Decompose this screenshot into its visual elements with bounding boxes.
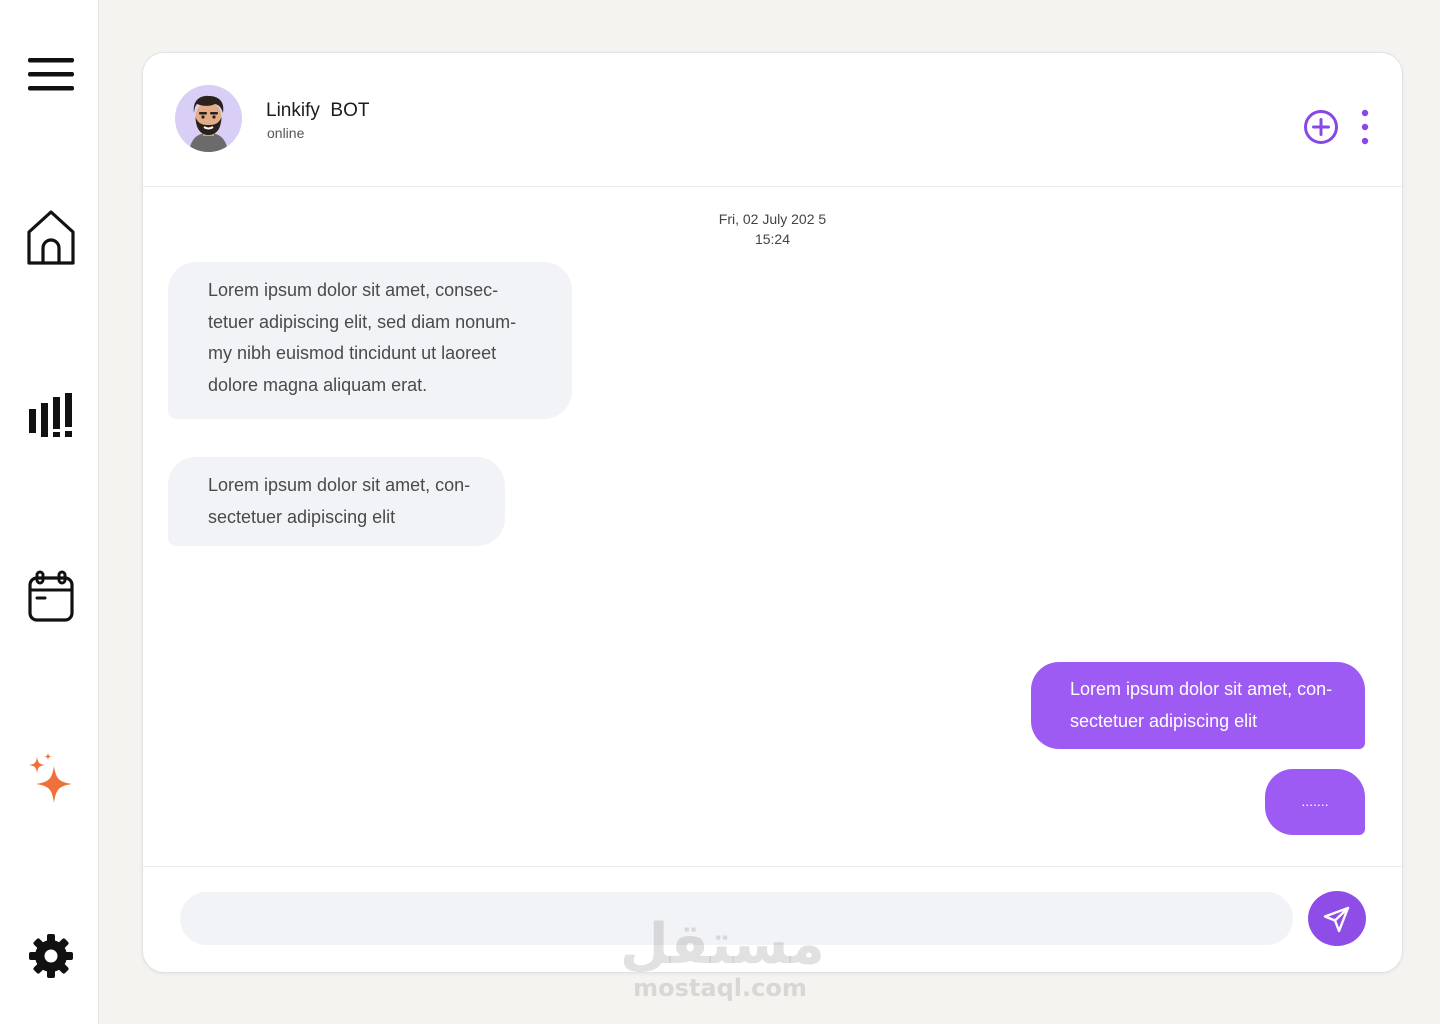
gear-icon: [29, 934, 73, 978]
incoming-message: Lorem ipsum dolor sit amet, con- sectetu…: [168, 457, 505, 546]
menu-button[interactable]: [22, 46, 80, 104]
bot-avatar-illustration: [175, 85, 242, 152]
add-button[interactable]: [1303, 109, 1339, 145]
bot-avatar[interactable]: [175, 85, 242, 152]
ai-assistant-nav-item[interactable]: [22, 750, 80, 808]
calendar-icon: [28, 570, 74, 622]
stats-nav-item[interactable]: [22, 386, 80, 444]
typing-indicator: .......: [1265, 769, 1365, 835]
send-icon: [1323, 906, 1350, 932]
bot-status: online: [267, 125, 305, 141]
message-date: Fri, 02 July 202 5: [718, 211, 827, 227]
home-nav-item[interactable]: [22, 208, 80, 266]
more-vertical-icon: [1361, 109, 1369, 145]
watermark-latin: mostaql.com: [633, 974, 807, 1002]
watermark-arabic: مستقل: [620, 912, 825, 977]
watermark: مستقل mostaql.com: [620, 912, 825, 1002]
more-options-button[interactable]: [1355, 109, 1375, 145]
home-icon: [27, 210, 75, 265]
chat-header: Linkify BOT online: [143, 53, 1402, 187]
message-time: 15:24: [754, 231, 791, 247]
sidebar: [0, 0, 99, 1024]
plus-circle-icon: [1304, 110, 1338, 144]
outgoing-message: Lorem ipsum dolor sit amet, con- sectetu…: [1031, 662, 1365, 749]
bot-name: Linkify BOT: [266, 100, 370, 121]
incoming-message: Lorem ipsum dolor sit amet, consec- tetu…: [168, 262, 572, 419]
hamburger-menu-icon: [28, 58, 74, 91]
sparkles-icon: [29, 753, 72, 803]
bar-chart-icon: [29, 393, 72, 437]
settings-nav-item[interactable]: [22, 927, 80, 985]
chat-window: Linkify BOT online Fri, 02 July 202 5 15…: [142, 52, 1403, 973]
send-button[interactable]: [1308, 891, 1366, 946]
composer-divider: [143, 866, 1402, 867]
calendar-nav-item[interactable]: [22, 567, 80, 625]
